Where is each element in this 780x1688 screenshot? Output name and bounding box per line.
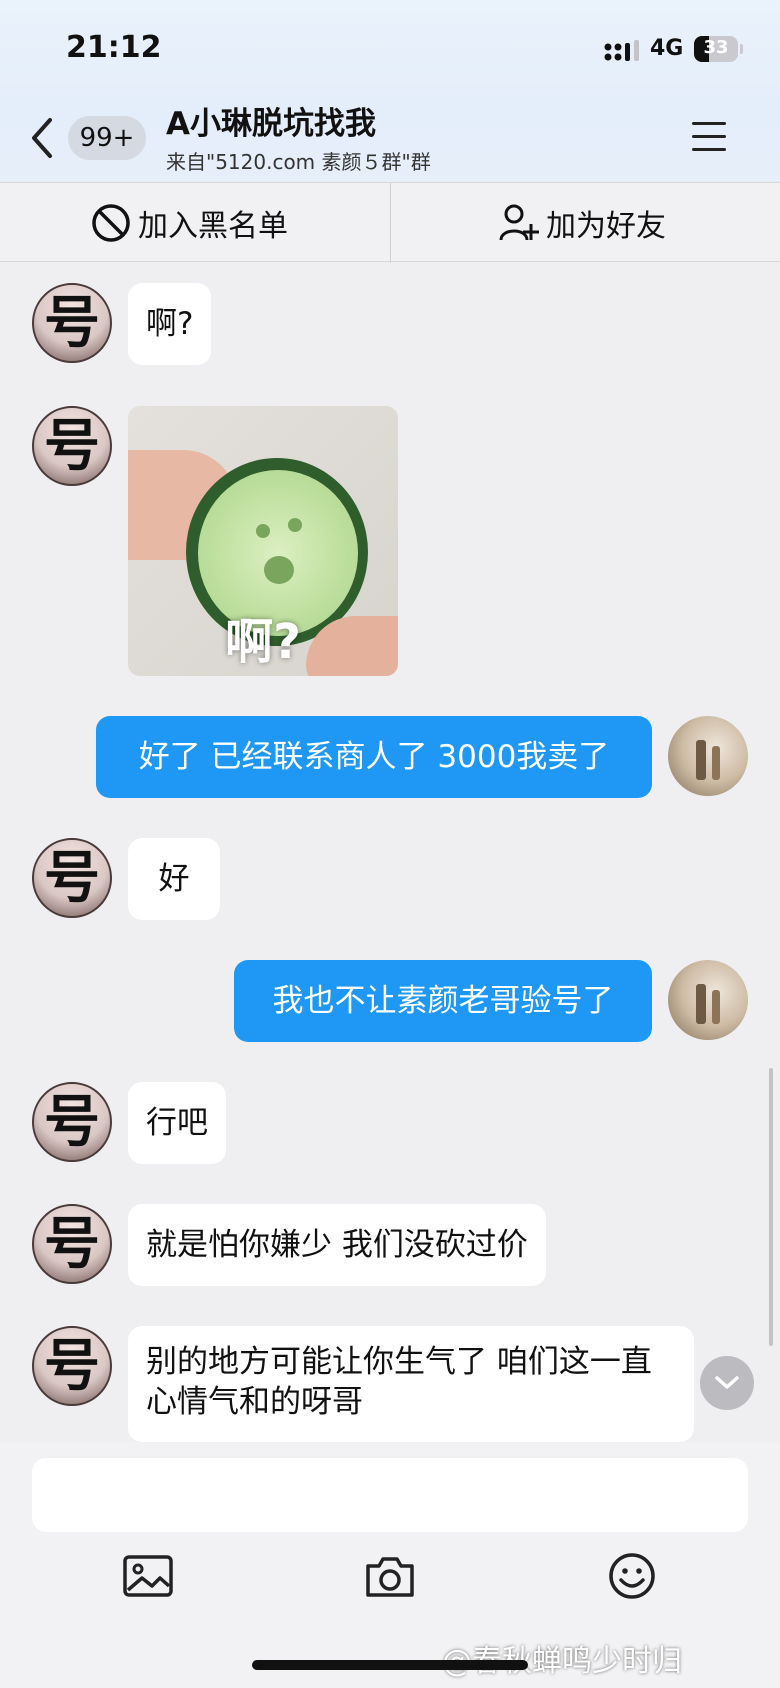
back-button[interactable]: [28, 116, 58, 160]
avatar-glyph: 号: [44, 1090, 100, 1155]
my-avatar[interactable]: [668, 716, 748, 796]
avatar-figure: [712, 990, 720, 1024]
message-bubble-incoming[interactable]: 好: [128, 838, 220, 920]
message-bubble-incoming[interactable]: 别的地方可能让你生气了 咱们这一直心情气和的呀哥: [128, 1326, 694, 1442]
contact-avatar[interactable]: 号: [32, 1204, 112, 1284]
action-divider: [390, 183, 391, 263]
battery-nub: [740, 44, 743, 54]
message-bubble-outgoing[interactable]: 好了 已经联系商人了 3000我卖了: [96, 716, 652, 798]
message-text: 我也不让素颜老哥验号了: [272, 983, 614, 1019]
menu-icon-line: [692, 135, 726, 138]
block-icon: [92, 204, 130, 242]
sticker-caption: 啊?: [225, 614, 301, 670]
message-bubble-incoming[interactable]: 行吧: [128, 1082, 226, 1164]
status-time: 21:12: [66, 30, 162, 65]
avatar-glyph: 号: [44, 1334, 100, 1399]
battery-level: 33: [703, 37, 729, 58]
avatar-glyph: 号: [44, 846, 100, 911]
add-to-blacklist-button[interactable]: 加入黑名单: [90, 183, 288, 263]
contact-avatar[interactable]: 号: [32, 1082, 112, 1162]
contact-avatar[interactable]: 号: [32, 1326, 112, 1406]
chevron-down-icon: [715, 1376, 739, 1389]
message-text: 行吧: [146, 1105, 208, 1141]
sticker-image[interactable]: 啊?: [128, 406, 398, 676]
menu-button[interactable]: [692, 122, 728, 152]
message-text: 好: [158, 861, 190, 897]
avatar-figure: [712, 746, 720, 780]
home-indicator[interactable]: [252, 1660, 528, 1670]
blacklist-label: 加入黑名单: [138, 209, 288, 244]
message-bubble-outgoing[interactable]: 我也不让素颜老哥验号了: [234, 960, 652, 1042]
message-bubble-incoming[interactable]: 就是怕你嫌少 我们没砍过价: [128, 1204, 546, 1286]
menu-icon: [692, 122, 726, 125]
unread-count-badge[interactable]: 99+: [68, 116, 146, 160]
message-text: 好了 已经联系商人了 3000我卖了: [138, 739, 610, 775]
action-bar: 加入黑名单 加为好友: [0, 182, 780, 263]
emoji-icon[interactable]: [606, 1552, 658, 1600]
signal-icon: [604, 40, 639, 61]
contact-avatar[interactable]: 号: [32, 406, 112, 486]
contact-avatar[interactable]: 号: [32, 838, 112, 918]
my-avatar[interactable]: [668, 960, 748, 1040]
sticker-eye: [288, 518, 302, 532]
avatar-glyph: 号: [44, 414, 100, 479]
message-input[interactable]: [32, 1458, 748, 1532]
add-friend-label: 加为好友: [546, 209, 666, 244]
chat-title: A小琳脱坑找我: [166, 106, 376, 142]
network-type: 4G: [650, 36, 684, 61]
watermark: @春秋蝉鸣少时归: [442, 1644, 682, 1679]
avatar-figure: [696, 984, 706, 1024]
battery-icon: 33: [694, 36, 738, 62]
menu-icon-line: [692, 148, 726, 151]
camera-icon[interactable]: [364, 1552, 416, 1600]
scrollbar[interactable]: [769, 1068, 773, 1346]
avatar-glyph: 号: [44, 1212, 100, 1277]
image-icon[interactable]: [122, 1552, 174, 1600]
add-user-icon: [499, 204, 539, 241]
message-text: 别的地方可能让你生气了 咱们这一直心情气和的呀哥: [146, 1344, 652, 1420]
message-text: 就是怕你嫌少 我们没砍过价: [146, 1227, 528, 1263]
add-friend-button[interactable]: 加为好友: [498, 183, 666, 263]
avatar-figure: [696, 740, 706, 780]
avatar-glyph: 号: [44, 291, 100, 356]
contact-avatar[interactable]: 号: [32, 283, 112, 363]
message-text: 啊?: [146, 306, 194, 342]
message-bubble-incoming[interactable]: 啊?: [128, 283, 212, 365]
scroll-to-bottom-button[interactable]: [700, 1356, 754, 1410]
sticker-mouth: [264, 556, 294, 584]
chat-subtitle: 来自"5120.com 素颜５群"群: [166, 150, 431, 174]
sticker-eye: [256, 524, 270, 538]
